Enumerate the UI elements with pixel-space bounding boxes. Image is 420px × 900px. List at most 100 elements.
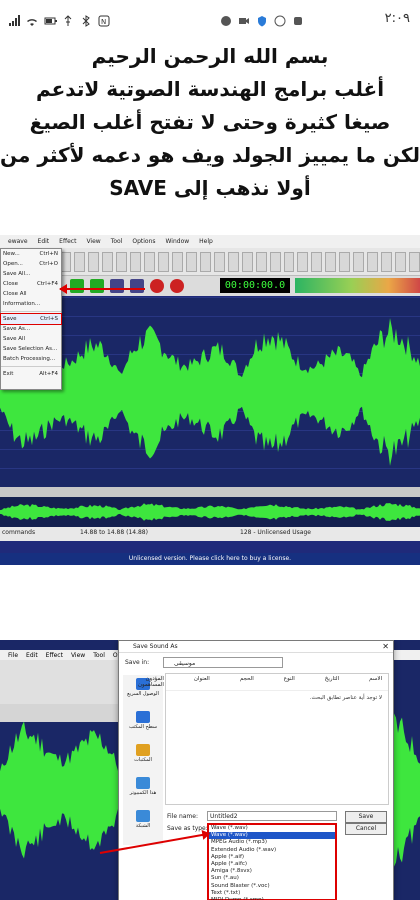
list-column-header[interactable]: النوع [284,676,295,688]
list-column-header[interactable]: الحجم [240,676,254,688]
file-menu-item-5[interactable]: Information... [1,299,61,309]
place-item-3[interactable]: هذا الكمبيوتر [123,777,163,807]
cancel-button[interactable]: Cancel [345,823,387,835]
toolbar-button[interactable] [115,251,127,272]
place-item-4[interactable]: الشبكة [123,810,163,840]
list-column-header[interactable]: المؤدون المساهمون [138,676,164,688]
toolbar-button[interactable] [311,251,323,272]
place-item-1[interactable]: سطح المكتب [123,711,163,741]
place-label: الشبكة [135,823,151,829]
menu-item-7[interactable]: Help [199,238,213,245]
file-type-option[interactable]: Sound Blaster (*.voc) [209,883,335,890]
toolbar-button[interactable] [73,251,85,272]
caption-line-4: لكن ما يمييز الجولد ويف هو دعمه لأكثر من… [0,143,420,167]
file-menu-item-8[interactable]: Save All [1,334,61,344]
file-type-option[interactable]: Wave (*.wav) [209,825,335,832]
waveform-main[interactable] [0,297,420,487]
menu-item-0[interactable]: ewave [8,238,28,245]
toolbar-button[interactable] [255,251,267,272]
messenger-icon [220,12,232,26]
toolbar-button[interactable] [185,251,197,272]
menu2-item-4[interactable]: Tool [93,652,105,659]
file-type-option[interactable]: Text (*.txt) [209,890,335,897]
menu2-item-3[interactable]: View [71,652,85,659]
toolbar-button[interactable] [129,251,141,272]
menu2-item-2[interactable]: Effect [46,652,63,659]
file-type-option[interactable]: MPEG Audio (*.mp3) [209,839,335,846]
toolbar-button[interactable] [213,251,225,272]
toolbar-button[interactable] [227,251,239,272]
toolbar-button[interactable] [297,251,309,272]
file-menu-label: Save All [3,336,26,342]
toolbar-button[interactable] [395,251,407,272]
toolbar-button[interactable] [157,251,169,272]
level-meter [295,278,420,293]
toolbar-button[interactable] [367,251,379,272]
file-menu-label: Save [3,316,17,322]
file-menu-item-6[interactable]: Save Ctrl+S [0,313,62,325]
menu-item-6[interactable]: Window [166,238,190,245]
file-menu-shortcut: Ctrl+S [40,316,58,322]
list-column-header[interactable]: الاسم [369,676,382,688]
file-menu-item-0[interactable]: New... Ctrl+N [1,249,61,259]
toolbar-button[interactable] [283,251,295,272]
toolbar-button[interactable] [241,251,253,272]
file-menu-label: Batch Processing... [3,356,56,362]
file-type-option[interactable]: Amiga (*.8svx) [209,868,335,875]
file-type-option[interactable]: Sun (*.au) [209,875,335,882]
menu2-item-0[interactable]: File [8,652,18,659]
toolbar-button[interactable] [87,251,99,272]
file-name-input[interactable]: Untitled2 [207,811,337,821]
file-menu-item-1[interactable]: Open... Ctrl+O [1,259,61,269]
file-menu-label: Open... [3,261,23,267]
wifi-icon [26,12,38,26]
file-menu-item-2[interactable]: Save All... [1,269,61,279]
file-menu-item-3[interactable]: Close Ctrl+F4 [1,279,61,289]
save-in-combo[interactable]: موسيقى [163,657,283,668]
toolbar-button[interactable] [353,251,365,272]
timecode-display: 00:00:00.0 [220,278,290,293]
menu-item-1[interactable]: Edit [38,238,50,245]
waveform-overview[interactable] [0,497,420,527]
save-type-dropdown-list[interactable]: Wave (*.wav) Wave (*.wav) MPEG Audio (*.mp… [207,823,337,900]
time-ruler [0,487,420,497]
list-column-header[interactable]: العنوان [194,676,210,688]
file-menu-shortcut: Ctrl+F4 [36,281,58,287]
close-icon[interactable]: ✕ [382,641,389,652]
list-column-header[interactable]: التاريخ [325,676,339,688]
menu-item-2[interactable]: Effect [59,238,76,245]
toolbar-button[interactable] [325,251,337,272]
toolbar-button[interactable] [339,251,351,272]
menu-item-5[interactable]: Options [132,238,155,245]
caption: بسم الله الرحمن الرحيم أغلب برامج الهندس… [0,40,420,218]
dialog-title: Save Sound As ✕ [119,641,393,653]
menu-item-3[interactable]: View [86,238,100,245]
file-type-option[interactable]: Apple (*.aifc) [209,861,335,868]
toolbar-button[interactable] [143,251,155,272]
status-time: ٢:٠٩ [384,11,410,26]
file-list[interactable]: الاسم التاريخ النوع الحجم العنوان المؤدون الم… [138,673,389,805]
file-menu-item-10[interactable]: Batch Processing... [1,354,61,364]
toolbar-button[interactable] [409,251,420,272]
place-item-2[interactable]: المكتبات [123,744,163,774]
toolbar-button[interactable] [171,251,183,272]
file-type-option[interactable]: Extended Audio (*.wav) [209,847,335,854]
unlicensed-banner[interactable]: Unlicensed version. Please click here to… [0,553,420,565]
save-button[interactable]: Save [345,811,387,823]
file-type-option[interactable]: Wave (*.wav) [209,832,335,840]
file-menu-item-4[interactable]: Close All [1,289,61,299]
toolbar-button[interactable] [381,251,393,272]
file-menu-item-7[interactable]: Save As... [1,324,61,334]
menu2-item-1[interactable]: Edit [26,652,38,659]
file-type-option[interactable]: Apple (*.aif) [209,854,335,861]
file-menu-item-9[interactable]: Save Selection As... [1,344,61,354]
file-menu-label: Close All [3,291,27,297]
file-menu-item-11[interactable]: Exit Alt+F4 [1,369,61,379]
toolbar-main [0,248,420,276]
place-label: المكتبات [134,757,152,763]
file-menu-shortcut: Alt+F4 [39,371,58,377]
toolbar-button[interactable] [269,251,281,272]
toolbar-button[interactable] [199,251,211,272]
menu-item-4[interactable]: Tool [111,238,123,245]
toolbar-button[interactable] [101,251,113,272]
